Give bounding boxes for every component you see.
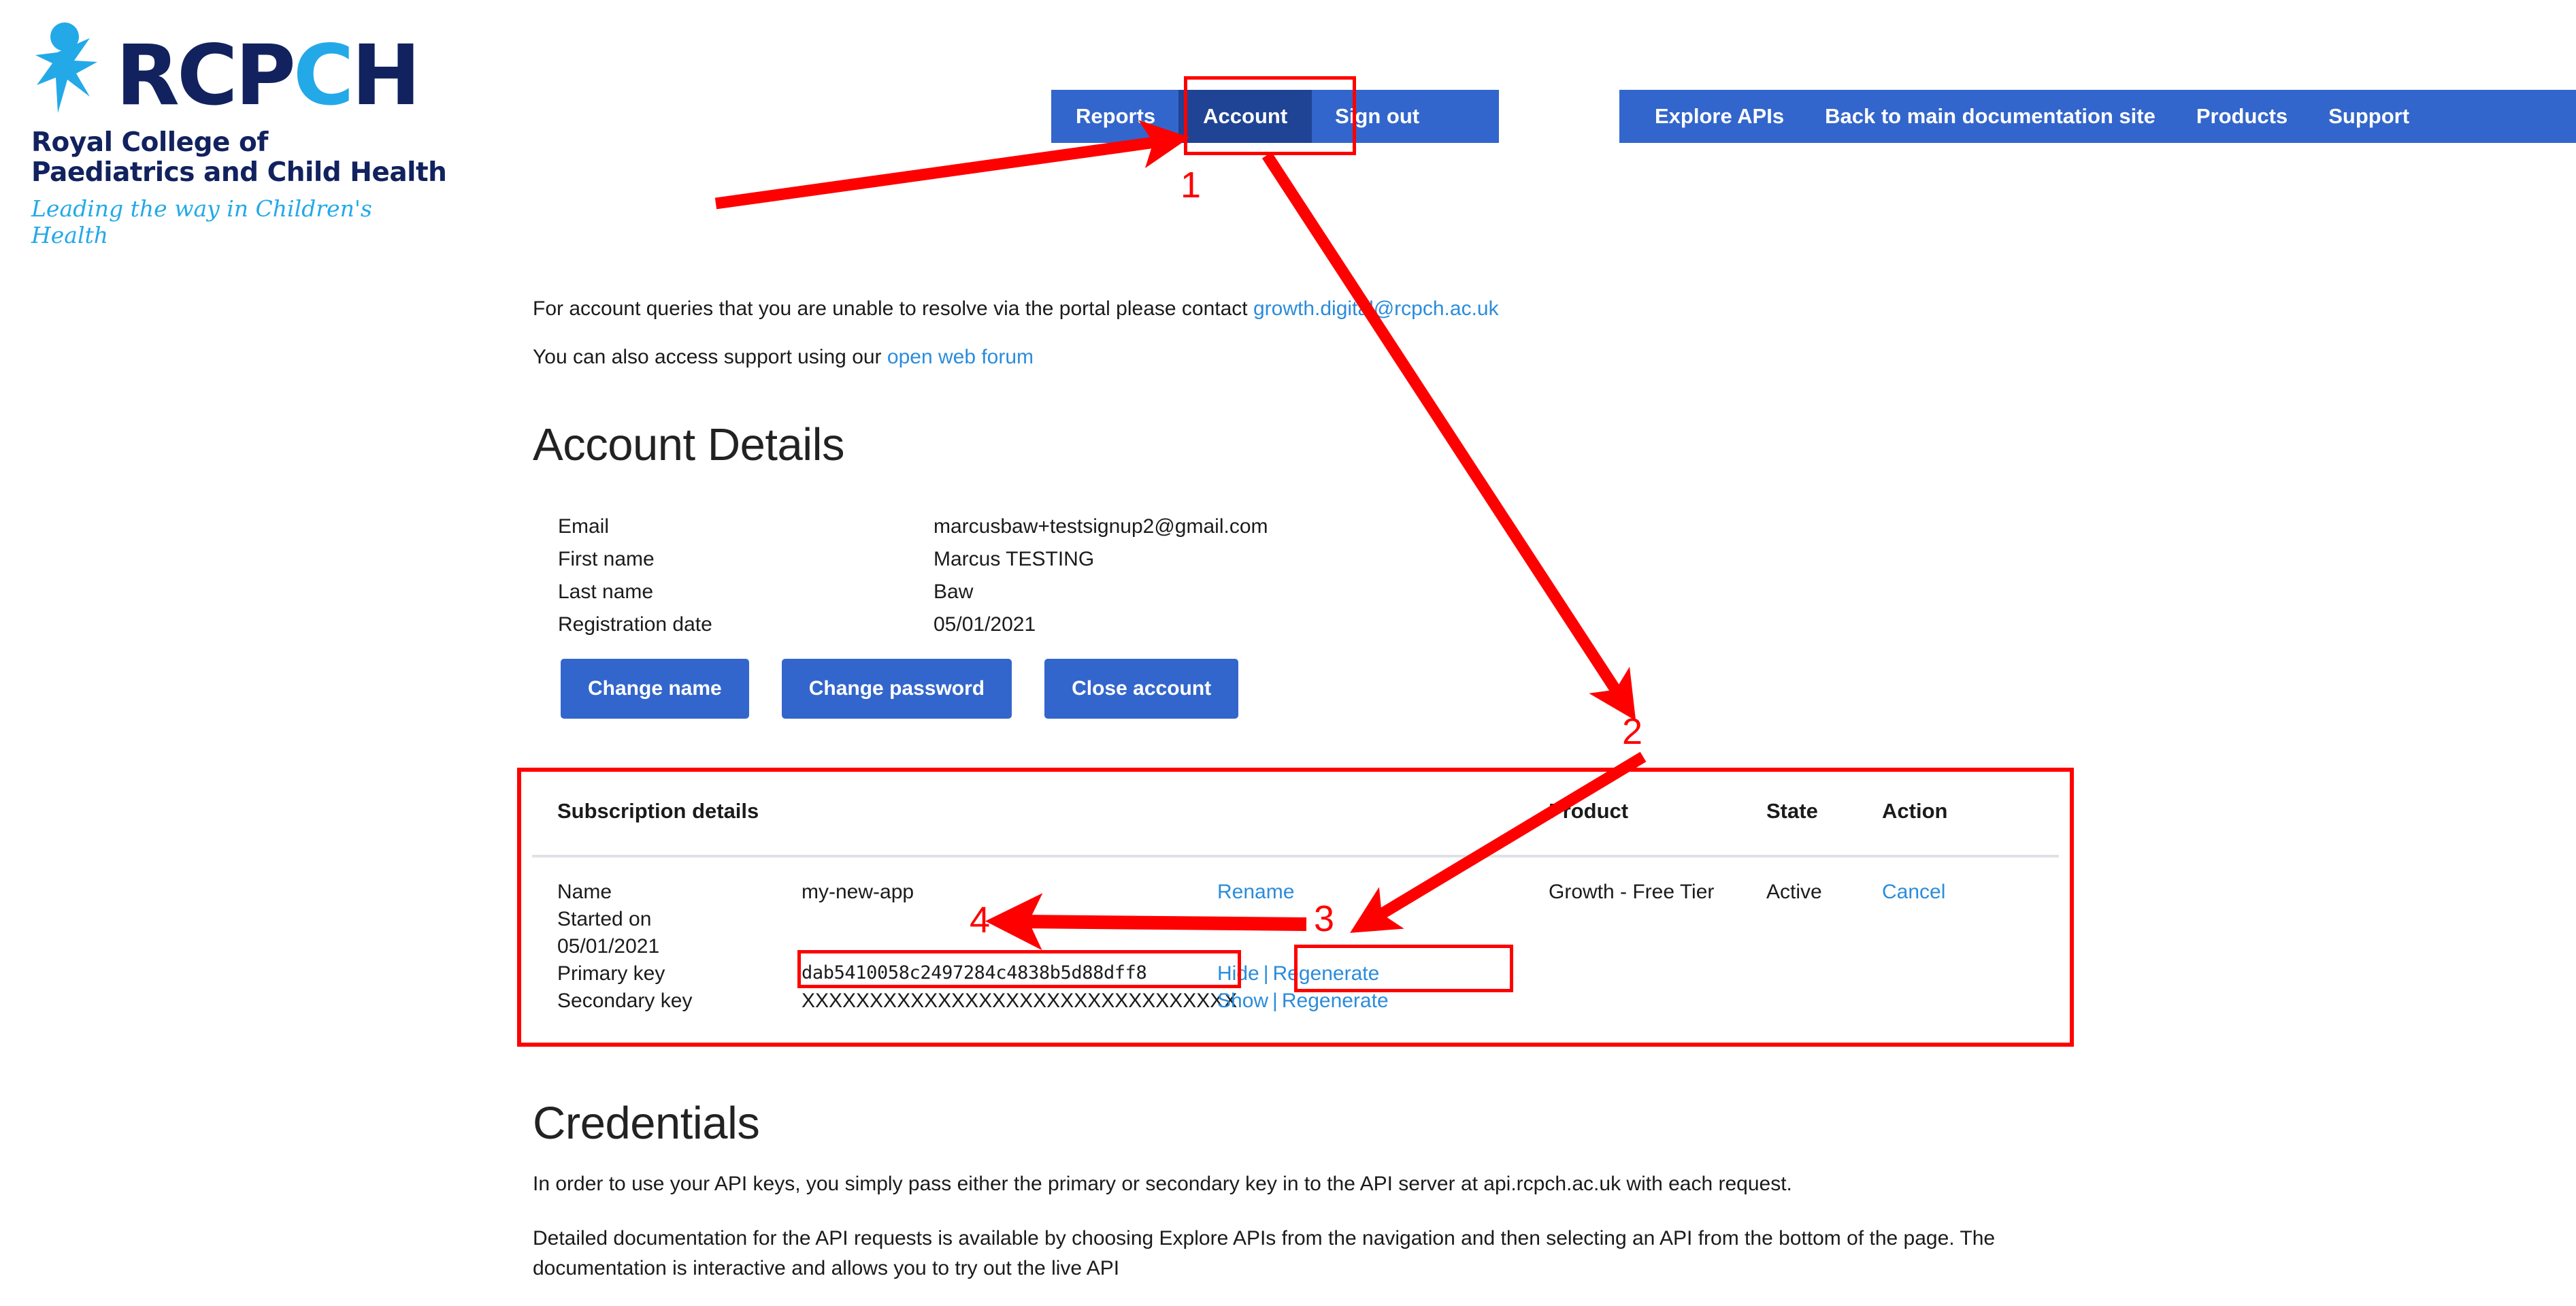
annotation-number-1: 1 [1180,165,1202,206]
subscription-name-value: my-new-app [802,881,914,903]
logo-wordmark: RCPCH [116,34,421,117]
account-field-last-name: Last name Baw [558,576,1268,608]
support-forum-text: You can also access support using our [533,346,887,368]
change-password-button[interactable]: Change password [781,659,1012,719]
primary-key-value: dab5410058c2497284c4838b5d88dff8 [802,962,1147,983]
close-account-button[interactable]: Close account [1044,659,1239,719]
account-field-registration-date-value: 05/01/2021 [934,613,1036,636]
account-field-email-value: marcusbaw+testsignup2@gmail.com [934,515,1268,538]
subscription-table-header: Subscription details Product State Actio… [521,799,2070,848]
subscription-started-on-value: 05/01/2021 [557,935,660,958]
nav-item-explore-apis[interactable]: Explore APIs [1634,90,1804,143]
rename-link[interactable]: Rename [1217,881,1294,904]
subscription-table: Subscription details Product State Actio… [521,772,2070,1043]
subscription-row-primary-key: Primary key dab5410058c2497284c4838b5d88… [521,962,2070,990]
secondary-key-value: XXXXXXXXXXXXXXXXXXXXXXXXXXXXXXXX [802,990,1238,1012]
annotation-number-3: 3 [1314,898,1335,939]
support-email-link[interactable]: growth.digital@rcpch.ac.uk [1253,297,1499,320]
primary-key-hide-link[interactable]: Hide [1217,962,1259,985]
open-web-forum-link[interactable]: open web forum [887,346,1034,368]
secondary-key-show-link[interactable]: Show [1217,990,1268,1012]
subscription-table-body: Name my-new-app Rename Growth - Free Tie… [521,881,2070,1017]
column-header-product: Product [1549,799,1629,823]
subscription-started-on-label: Started on [557,908,652,930]
secondary-key-action-separator: | [1272,990,1278,1012]
annotation-number-4: 4 [970,900,991,941]
credentials-heading: Credentials [533,1098,760,1149]
nav-item-account[interactable]: Account [1178,90,1312,143]
account-field-first-name: First name Marcus TESTING [558,543,1268,576]
account-field-first-name-label: First name [558,548,655,570]
account-field-last-name-label: Last name [558,581,654,603]
account-field-email: Email marcusbaw+testsignup2@gmail.com [558,510,1268,543]
column-header-state: State [1766,799,1818,823]
subscription-product-value: Growth - Free Tier [1549,881,1715,903]
column-header-subscription-details: Subscription details [557,799,759,823]
rcpch-star-figure-icon [31,20,112,116]
nav-item-reports[interactable]: Reports [1051,90,1178,143]
support-forum-paragraph: You can also access support using our op… [533,342,1034,372]
rcpch-logo: RCPCH Royal College of Paediatrics and C… [31,14,453,248]
account-details-heading: Account Details [533,419,845,470]
logo-subline-1: Royal College of [31,127,268,158]
secondary-key-regenerate-link[interactable]: Regenerate [1282,990,1389,1012]
subscription-state-value: Active [1766,881,1822,903]
account-field-last-name-value: Baw [934,581,974,603]
nav-item-support[interactable]: Support [2308,90,2430,143]
logo-top-row: RCPCH [31,14,453,117]
support-contact-text: For account queries that you are unable … [533,297,1253,320]
change-name-button[interactable]: Change name [561,659,749,719]
subscription-row-started-on: Started on [521,908,2070,935]
nav-item-back-to-docs[interactable]: Back to main documentation site [1804,90,2176,143]
secondary-navigation: Explore APIs Back to main documentation … [1619,90,2576,143]
secondary-key-label: Secondary key [557,990,693,1012]
account-field-registration-date-label: Registration date [558,613,712,636]
primary-key-regenerate-link[interactable]: Regenerate [1273,962,1380,985]
nav-item-products[interactable]: Products [2176,90,2308,143]
subscription-name-label: Name [557,881,612,903]
account-details-field-list: Email marcusbaw+testsignup2@gmail.com Fi… [558,510,1268,641]
account-field-email-label: Email [558,515,610,538]
account-action-buttons: Change name Change password Close accoun… [561,659,1239,719]
subscription-row-started-date: 05/01/2021 [521,935,2070,962]
account-field-first-name-value: Marcus TESTING [934,548,1095,570]
credentials-paragraph-2: Detailed documentation for the API reque… [533,1227,1996,1279]
column-header-action: Action [1882,799,1948,823]
logo-wordmark-r: R [116,27,180,125]
primary-key-actions: Hide | Regenerate [1217,962,1379,985]
logo-subline: Royal College of Paediatrics and Child H… [31,128,453,187]
subscription-details-panel: Subscription details Product State Actio… [517,768,2074,1047]
page-root: RCPCH Royal College of Paediatrics and C… [0,0,2576,1306]
logo-wordmark-cp: CP [176,27,296,125]
annotation-arrow-1 [714,120,1190,210]
cancel-link[interactable]: Cancel [1882,881,1945,904]
logo-tagline: Leading the way in Children's Health [31,195,372,249]
primary-key-label: Primary key [557,962,665,985]
support-contact-paragraph: For account queries that you are unable … [533,294,1499,324]
nav-item-sign-out[interactable]: Sign out [1312,90,1442,143]
primary-key-action-separator: | [1263,962,1269,985]
annotation-arrow-2 [1261,152,1636,721]
primary-navigation: Reports Account Sign out [1051,90,1499,143]
secondary-key-actions: Show | Regenerate [1217,990,1389,1013]
logo-wordmark-c: C [293,27,354,125]
subscription-row-secondary-key: Secondary key XXXXXXXXXXXXXXXXXXXXXXXXXX… [521,990,2070,1017]
annotation-number-2: 2 [1622,711,1643,752]
subscription-row-name: Name my-new-app Rename Growth - Free Tie… [521,881,2070,908]
account-field-registration-date: Registration date 05/01/2021 [558,608,1268,641]
credentials-paragraph-1: In order to use your API keys, you simpl… [533,1173,1792,1195]
logo-subline-2: Paediatrics and Child Health [31,157,447,188]
subscription-header-divider [532,855,2059,858]
logo-wordmark-h: H [351,27,420,125]
